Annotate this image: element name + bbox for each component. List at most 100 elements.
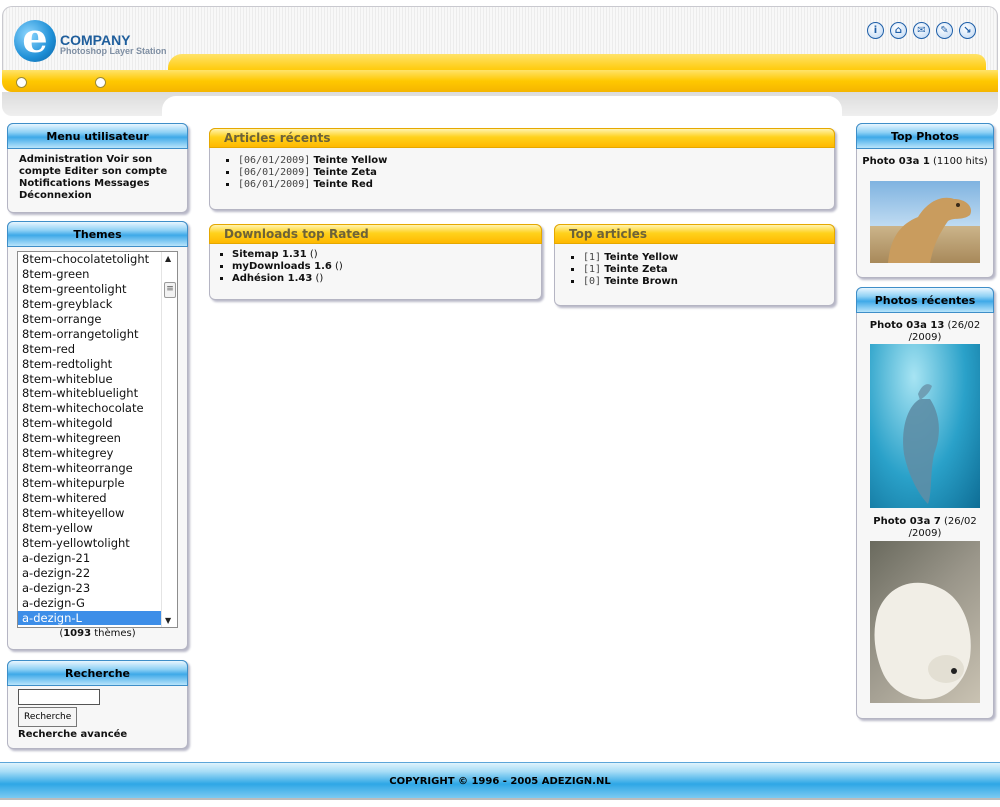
theme-option[interactable]: 8tem-whitegrey bbox=[18, 446, 177, 461]
user-menu-links: Administration Voir son compte Editer so… bbox=[8, 149, 187, 202]
photo-dolphin[interactable] bbox=[870, 344, 980, 508]
recent-articles-list: [06/01/2009] Teinte Yellow [06/01/2009] … bbox=[226, 155, 834, 191]
info-icon[interactable]: i bbox=[867, 22, 884, 39]
search-title: Recherche bbox=[7, 660, 188, 686]
header-dot-left bbox=[16, 77, 27, 88]
logo-icon[interactable]: e bbox=[14, 19, 56, 62]
advanced-search-link[interactable]: Recherche avancée bbox=[18, 729, 187, 740]
camel-image bbox=[888, 197, 972, 263]
theme-option[interactable]: 8tem-green bbox=[18, 267, 177, 282]
scroll-up-icon[interactable]: ▲ bbox=[165, 254, 171, 263]
theme-option[interactable]: a-dezign-L bbox=[18, 610, 177, 626]
edit-icon[interactable]: ✎ bbox=[936, 22, 953, 39]
themes-count-number: 1093 bbox=[63, 628, 92, 639]
photo-link[interactable]: Photo 03a 13 bbox=[870, 320, 945, 331]
list-item: [06/01/2009] Teinte Yellow bbox=[238, 155, 834, 167]
theme-option[interactable]: 8tem-whitebluelight bbox=[18, 386, 177, 401]
theme-option[interactable]: 8tem-chocolatetolight bbox=[18, 252, 177, 267]
photo-camel[interactable] bbox=[870, 181, 980, 263]
recent-photos-title: Photos récentes bbox=[856, 287, 994, 313]
list-item: [1] Teinte Yellow bbox=[583, 252, 834, 264]
exit-icon[interactable]: ↘ bbox=[959, 22, 976, 39]
photo-link[interactable]: Photo 03a 1 bbox=[862, 156, 930, 167]
top-articles-list: [1] Teinte Yellow [1] Teinte Zeta [0] Te… bbox=[571, 252, 834, 288]
theme-option[interactable]: a-dezign-22 bbox=[18, 566, 177, 581]
theme-option[interactable]: 8tem-whiteblue bbox=[18, 372, 177, 387]
theme-option[interactable]: 8tem-red bbox=[18, 342, 177, 357]
downloads-list: Sitemap 1.31 () myDownloads 1.6 () Adhés… bbox=[220, 249, 541, 285]
photo-caption: Photo 03a 1 (1100 hits) bbox=[862, 156, 988, 167]
top-articles-block: Top articles [1] Teinte Yellow [1] Teint… bbox=[554, 224, 835, 306]
link-edit-account[interactable]: Editer son compte bbox=[64, 166, 167, 177]
theme-option[interactable]: 8tem-yellowtolight bbox=[18, 536, 177, 551]
article-link[interactable]: Teinte Red bbox=[313, 179, 373, 190]
article-link[interactable]: Teinte Yellow bbox=[604, 252, 678, 263]
search-button[interactable]: Recherche bbox=[18, 707, 78, 727]
header-dot-right bbox=[95, 77, 106, 88]
header-yellow-band bbox=[2, 70, 998, 92]
site-header: e COMPANY Photoshop Layer Station i ⌂ ✉ … bbox=[0, 0, 1000, 118]
list-item: [1] Teinte Zeta bbox=[583, 264, 834, 276]
theme-option[interactable]: 8tem-whitepurple bbox=[18, 476, 177, 491]
theme-option[interactable]: 8tem-whitechocolate bbox=[18, 401, 177, 416]
link-messages[interactable]: Messages bbox=[94, 178, 149, 189]
link-administration[interactable]: Administration bbox=[19, 154, 103, 165]
mail-icon[interactable]: ✉ bbox=[913, 22, 930, 39]
theme-option[interactable]: a-dezign-21 bbox=[18, 551, 177, 566]
top-photos-title: Top Photos bbox=[856, 123, 994, 149]
themes-options: 8tem-chocolatetolight 8tem-green 8tem-gree… bbox=[18, 252, 177, 626]
polar-bear-image bbox=[874, 582, 971, 700]
download-link[interactable]: myDownloads 1.6 bbox=[232, 261, 332, 272]
list-item: Sitemap 1.31 () bbox=[232, 249, 541, 261]
photo-caption: Photo 03a 13 (26/02 /2009) bbox=[869, 320, 981, 343]
list-item: [0] Teinte Brown bbox=[583, 276, 834, 288]
link-logout[interactable]: Déconnexion bbox=[19, 190, 92, 201]
header-icon-bar: i ⌂ ✉ ✎ ↘ bbox=[867, 22, 976, 39]
home-icon[interactable]: ⌂ bbox=[890, 22, 907, 39]
article-link[interactable]: Teinte Brown bbox=[604, 276, 678, 287]
theme-option[interactable]: a-dezign-23 bbox=[18, 581, 177, 596]
download-link[interactable]: Sitemap 1.31 bbox=[232, 249, 307, 260]
theme-option[interactable]: 8tem-whiteyellow bbox=[18, 506, 177, 521]
theme-option[interactable]: 8tem-whitegreen bbox=[18, 431, 177, 446]
list-item: myDownloads 1.6 () bbox=[232, 261, 541, 273]
theme-option[interactable]: 8tem-greyblack bbox=[18, 297, 177, 312]
dolphin-image bbox=[903, 384, 939, 504]
theme-option[interactable]: 8tem-redtolight bbox=[18, 357, 177, 372]
list-item: [06/01/2009] Teinte Red bbox=[238, 179, 834, 191]
scroll-thumb[interactable]: ≡ bbox=[164, 282, 176, 298]
copyright-text: COPYRIGHT © 1996 - 2005 ADEZIGN.NL bbox=[389, 776, 611, 787]
theme-option[interactable]: 8tem-whitered bbox=[18, 491, 177, 506]
theme-option[interactable]: 8tem-greentolight bbox=[18, 282, 177, 297]
top-articles-title: Top articles bbox=[554, 224, 835, 244]
link-notifications[interactable]: Notifications bbox=[19, 178, 91, 189]
header-grey-inner bbox=[162, 96, 842, 118]
downloads-block: Downloads top Rated Sitemap 1.31 () myDo… bbox=[209, 224, 542, 300]
photo-link[interactable]: Photo 03a 7 bbox=[873, 516, 941, 527]
search-input[interactable] bbox=[18, 689, 100, 705]
download-link[interactable]: Adhésion 1.43 bbox=[232, 273, 312, 284]
theme-option[interactable]: 8tem-whitegold bbox=[18, 416, 177, 431]
recent-articles-title: Articles récents bbox=[209, 128, 835, 148]
search-block: Recherche Recherche Recherche avancée bbox=[7, 660, 188, 749]
recent-articles-block: Articles récents [06/01/2009] Teinte Yel… bbox=[209, 128, 835, 210]
theme-option[interactable]: a-dezign-G bbox=[18, 596, 177, 611]
site-footer: COPYRIGHT © 1996 - 2005 ADEZIGN.NL bbox=[0, 762, 1000, 800]
theme-option[interactable]: 8tem-orrange bbox=[18, 312, 177, 327]
article-link[interactable]: Teinte Zeta bbox=[604, 264, 667, 275]
list-item: Adhésion 1.43 () bbox=[232, 273, 541, 285]
theme-option[interactable]: 8tem-yellow bbox=[18, 521, 177, 536]
user-menu-block: Menu utilisateur Administration Voir son… bbox=[7, 123, 188, 213]
photo-caption: Photo 03a 7 (26/02 /2009) bbox=[873, 516, 977, 539]
theme-option[interactable]: 8tem-orrangetolight bbox=[18, 327, 177, 342]
photo-polar-bear[interactable] bbox=[870, 541, 980, 703]
user-menu-title: Menu utilisateur bbox=[7, 123, 188, 149]
themes-count: (1093 thèmes) bbox=[59, 628, 136, 639]
themes-select[interactable]: 8tem-chocolatetolight 8tem-green 8tem-gree… bbox=[17, 251, 178, 628]
downloads-title: Downloads top Rated bbox=[209, 224, 542, 244]
article-link[interactable]: Teinte Zeta bbox=[313, 167, 376, 178]
theme-option[interactable]: 8tem-whiteorrange bbox=[18, 461, 177, 476]
scroll-down-icon[interactable]: ▼ bbox=[165, 616, 171, 625]
themes-scrollbar[interactable]: ▲ ≡ ▼ bbox=[161, 252, 177, 627]
article-link[interactable]: Teinte Yellow bbox=[313, 155, 387, 166]
